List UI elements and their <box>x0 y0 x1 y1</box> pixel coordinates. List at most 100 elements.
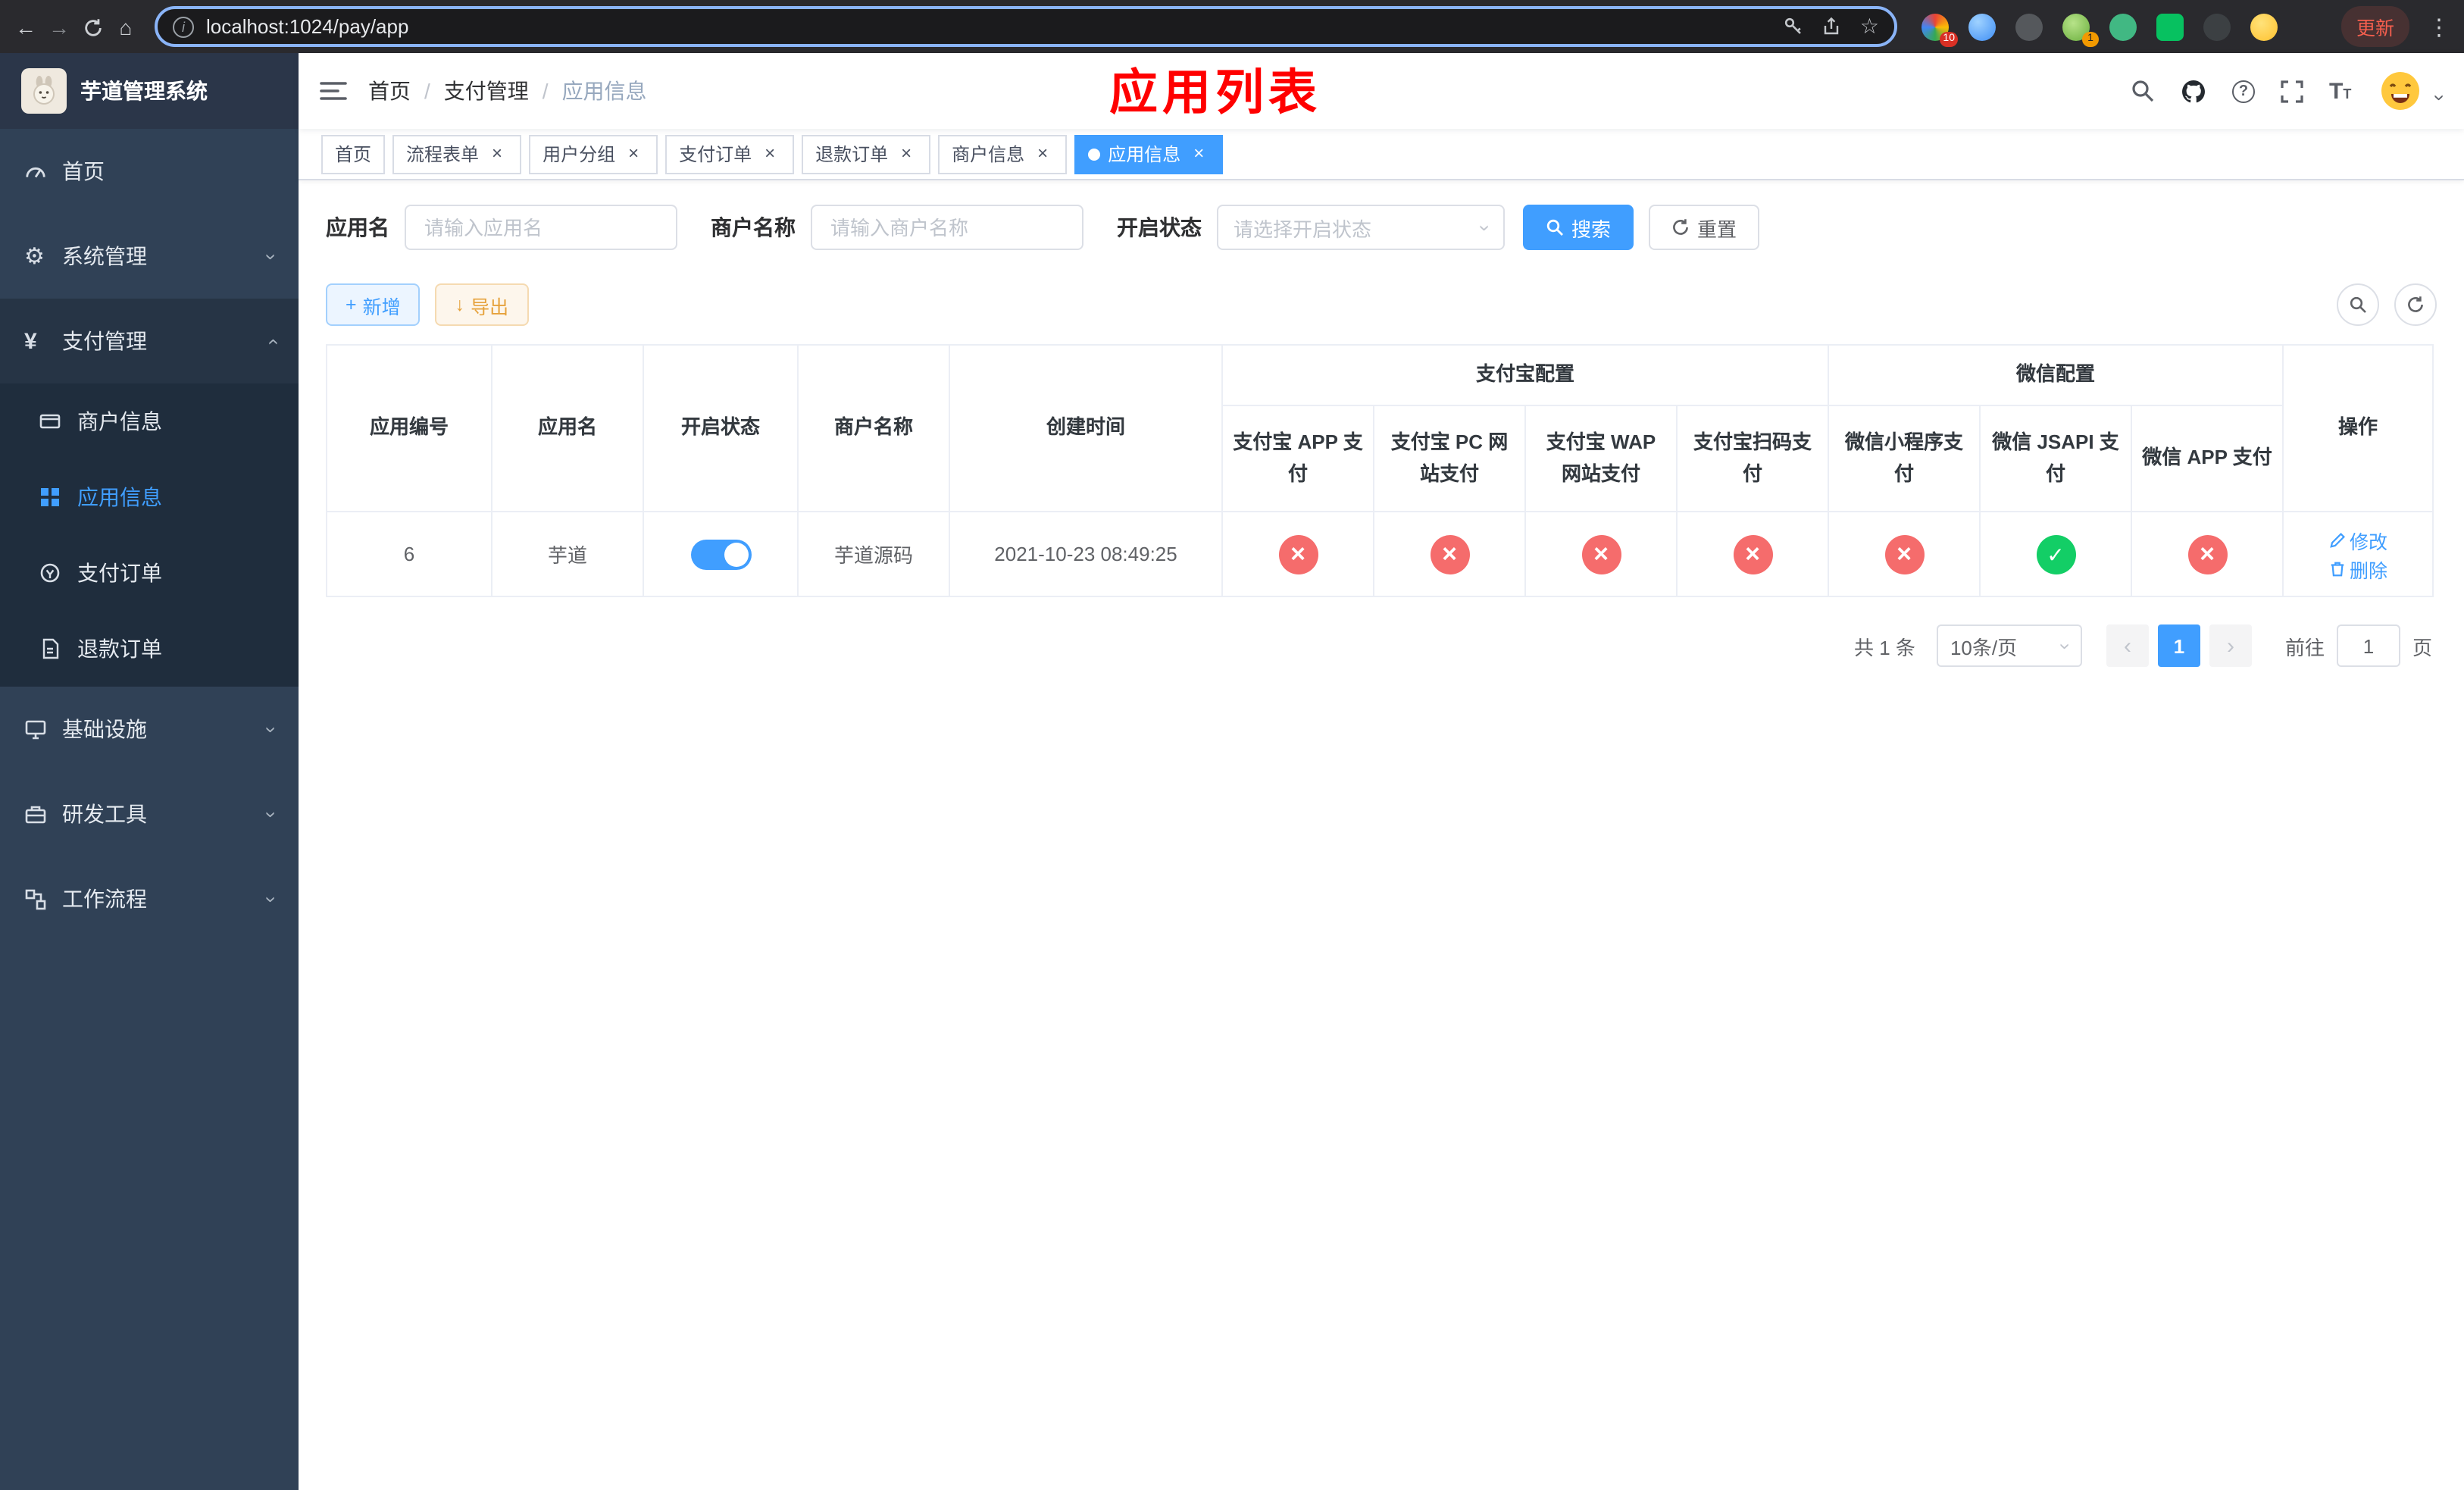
close-icon[interactable]: × <box>1032 142 1053 164</box>
alipay-pc-status-icon <box>1430 534 1469 574</box>
fullscreen-icon[interactable] <box>2281 80 2303 102</box>
alipay-wap-status-icon <box>1581 534 1621 574</box>
chevron-down-icon: › <box>259 725 283 733</box>
screen: ← → ⌂ i localhost:1024/pay/app ☆ 10 1 更新… <box>0 0 2464 1490</box>
sidebar: 芋道管理系统 首页 ⚙ 系统管理 › ¥ 支付管理 › 商户信息 应用信息 支付… <box>0 53 299 1490</box>
sidebar-item-app-info[interactable]: 应用信息 <box>0 459 299 535</box>
app-table: 应用编号 应用名 开启状态 商户名称 创建时间 支付宝配置 微信配置 操作 支付… <box>326 344 2434 597</box>
tab-merchant-info[interactable]: 商户信息 × <box>938 134 1068 174</box>
close-icon[interactable]: × <box>486 142 508 164</box>
page-unit-label: 页 <box>2412 636 2432 659</box>
table-row: 6 芋道 芋道源码 2021-10-23 08:49:25 × × × × × … <box>326 511 2434 597</box>
close-icon[interactable]: × <box>759 142 780 164</box>
app-title: 芋道管理系统 <box>80 79 208 103</box>
cell-app-name: 芋道 <box>491 511 644 597</box>
breadcrumb-home[interactable]: 首页 <box>368 76 411 106</box>
url-text: localhost:1024/pay/app <box>206 15 409 38</box>
search-icon[interactable] <box>2131 79 2155 103</box>
tab-app-info[interactable]: 应用信息 × <box>1074 134 1224 174</box>
browser-update-button[interactable]: 更新 <box>2340 6 2409 47</box>
breadcrumb-separator: / <box>542 79 549 103</box>
extension-vue-devtools-icon[interactable] <box>2109 13 2137 40</box>
sidebar-item-payment[interactable]: ¥ 支付管理 › <box>0 299 299 383</box>
github-icon[interactable] <box>2181 78 2206 104</box>
site-info-icon[interactable]: i <box>173 16 194 37</box>
extension-wechat-icon[interactable] <box>2156 13 2184 40</box>
col-header-actions: 操作 <box>2282 344 2434 512</box>
show-search-button[interactable] <box>2337 283 2379 326</box>
close-icon[interactable]: × <box>623 142 644 164</box>
sidebar-item-home[interactable]: 首页 <box>0 129 299 214</box>
goto-page-input[interactable] <box>2336 624 2400 667</box>
browser-forward-icon[interactable]: → <box>45 8 73 45</box>
tab-user-group[interactable]: 用户分组 × <box>529 134 658 174</box>
hamburger-icon[interactable] <box>320 80 347 102</box>
sidebar-item-workflow[interactable]: 工作流程 › <box>0 856 299 941</box>
sidebar-item-pay-order[interactable]: 支付订单 <box>0 535 299 611</box>
next-page-button[interactable]: › <box>2209 624 2252 667</box>
avatar[interactable] <box>2377 68 2423 114</box>
filter-form: 应用名 商户名称 开启状态 请选择开启状态 › 搜索 <box>326 205 2437 250</box>
share-icon[interactable] <box>1822 17 1842 36</box>
help-icon[interactable]: ? <box>2231 80 2255 102</box>
sidebar-item-infrastructure[interactable]: 基础设施 › <box>0 687 299 772</box>
col-header-status: 开启状态 <box>643 344 799 512</box>
tab-process-form[interactable]: 流程表单 × <box>392 134 522 174</box>
sidebar-logo[interactable]: 芋道管理系统 <box>0 53 299 129</box>
extension-apps-icon[interactable]: 10 <box>1921 13 1958 46</box>
add-button[interactable]: + 新增 <box>326 283 421 326</box>
page-size-select[interactable]: 10条/页 › <box>1936 624 2082 667</box>
extension-emoji-icon[interactable] <box>2250 13 2278 40</box>
extension-badge: 10 <box>1940 31 1958 46</box>
close-icon[interactable]: × <box>896 142 917 164</box>
sidebar-item-label: 工作流程 <box>62 887 147 911</box>
address-bar[interactable]: i localhost:1024/pay/app ☆ <box>155 6 1897 47</box>
col-header-alipay-pc: 支付宝 PC 网站支付 <box>1373 405 1526 512</box>
main-area: 首页 / 支付管理 / 应用信息 应用列表 ? TT › 首页 流程表单 × 用… <box>299 53 2464 1490</box>
prev-page-button[interactable]: ‹ <box>2106 624 2149 667</box>
font-size-icon[interactable]: TT <box>2329 78 2351 104</box>
close-icon[interactable]: × <box>1188 142 1209 164</box>
browser-home-icon[interactable]: ⌂ <box>112 8 139 45</box>
browser-menu-icon[interactable]: ⋮ <box>2428 13 2450 40</box>
col-header-wx-app: 微信 APP 支付 <box>2131 405 2284 512</box>
extensions-row: 10 1 <box>1921 13 2278 46</box>
edit-link[interactable]: 修改 <box>2328 525 2387 554</box>
refresh-button[interactable] <box>2394 283 2437 326</box>
sidebar-item-merchant-info[interactable]: 商户信息 <box>0 383 299 459</box>
avatar-caret-icon[interactable]: › <box>2428 95 2451 102</box>
breadcrumb: 首页 / 支付管理 / 应用信息 <box>368 76 647 106</box>
workflow-icon <box>24 887 62 910</box>
wx-mini-status-icon <box>1884 534 1925 574</box>
breadcrumb-separator: / <box>424 79 430 103</box>
merchant-name-input[interactable] <box>811 205 1083 250</box>
browser-back-icon[interactable]: ← <box>12 8 39 45</box>
status-select[interactable]: 请选择开启状态 › <box>1217 205 1505 250</box>
col-header-wx-jsapi: 微信 JSAPI 支付 <box>1979 405 2133 512</box>
group-header-alipay: 支付宝配置 <box>1221 344 1830 406</box>
sidebar-item-refund-order[interactable]: 退款订单 <box>0 611 299 687</box>
export-button[interactable]: ↓ 导出 <box>435 283 529 326</box>
sidebar-item-system[interactable]: ⚙ 系统管理 › <box>0 214 299 299</box>
app-name-input[interactable] <box>405 205 677 250</box>
bookmark-star-icon[interactable]: ☆ <box>1860 14 1879 39</box>
breadcrumb-section[interactable]: 支付管理 <box>444 76 529 106</box>
extension-blue-icon[interactable] <box>1968 13 1996 40</box>
tab-refund-order[interactable]: 退款订单 × <box>802 134 931 174</box>
extension-profile-icon[interactable]: 1 <box>2062 13 2099 46</box>
tab-pay-order[interactable]: 支付订单 × <box>665 134 795 174</box>
reset-button[interactable]: 重置 <box>1649 205 1760 250</box>
browser-reload-icon[interactable] <box>79 8 106 45</box>
extension-pin-icon[interactable] <box>2203 13 2231 40</box>
status-toggle[interactable] <box>690 539 751 569</box>
goto-label: 前往 <box>2284 636 2325 659</box>
page-number-button[interactable]: 1 <box>2157 624 2200 667</box>
search-button[interactable]: 搜索 <box>1523 205 1634 250</box>
sidebar-item-label: 应用信息 <box>77 485 162 509</box>
sidebar-item-dev-tools[interactable]: 研发工具 › <box>0 772 299 856</box>
delete-link[interactable]: 删除 <box>2328 554 2387 583</box>
password-key-icon[interactable] <box>1784 17 1804 36</box>
sidebar-item-label: 商户信息 <box>77 409 162 434</box>
extension-dark-icon[interactable] <box>2015 13 2043 40</box>
tab-home[interactable]: 首页 <box>321 134 386 174</box>
